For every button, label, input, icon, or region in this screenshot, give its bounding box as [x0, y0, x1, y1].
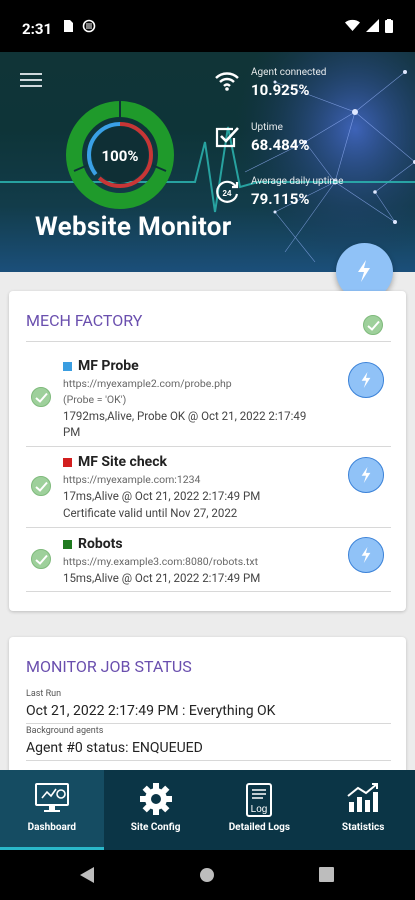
- check-icon: [367, 320, 380, 331]
- tab-label: Site Config: [130, 822, 181, 833]
- color-marker: [63, 361, 72, 371]
- tab-detailed-logs[interactable]: Log Detailed Logs: [208, 770, 312, 850]
- wifi-status-icon: [345, 19, 360, 31]
- item-status-ok-icon: [31, 387, 51, 407]
- item-url: https://my.example3.com:8080/robots.txt: [63, 555, 259, 568]
- divider: [26, 446, 391, 447]
- divider: [26, 760, 391, 761]
- chart-icon: [347, 783, 379, 812]
- stat-value: 79.115%: [251, 190, 310, 208]
- card-title: MECH FACTORY: [26, 311, 143, 330]
- item-status-ok-icon: [31, 476, 51, 496]
- item-name: MF Probe: [78, 358, 139, 374]
- item-title-row: MF Site check: [63, 454, 167, 470]
- status-time: 2:31: [22, 20, 53, 38]
- heartbeat-line-graphic: [0, 126, 415, 213]
- signal-icon: [366, 19, 379, 32]
- item-title-row: Robots: [63, 536, 123, 552]
- item-status: 17ms,Alive @ Oct 21, 2022 2:17:49 PM: [63, 489, 261, 503]
- svg-text:Log: Log: [251, 804, 268, 815]
- item-url: https://myexample2.com/probe.php: [63, 377, 232, 390]
- system-navigation-bar: [0, 850, 415, 900]
- home-icon[interactable]: [199, 867, 215, 883]
- last-run-value: Oct 21, 2022 2:17:49 PM : Everything OK: [26, 703, 276, 719]
- lightning-icon: [361, 467, 371, 483]
- group-status-ok-icon: [363, 315, 383, 335]
- sync-icon: [82, 19, 96, 33]
- run-check-button[interactable]: [348, 537, 384, 573]
- color-marker: [63, 457, 72, 467]
- tab-site-config[interactable]: Site Config: [104, 770, 208, 850]
- check-icon: [35, 481, 48, 492]
- agents-label: Background agents: [26, 726, 104, 736]
- recents-icon[interactable]: [319, 867, 334, 882]
- item-status: Certificate valid until Nov 27, 2022: [63, 506, 238, 520]
- item-status-ok-icon: [31, 549, 51, 569]
- menu-icon[interactable]: [20, 72, 42, 88]
- 24h-icon: 24: [216, 180, 239, 203]
- stat-value: 68.484%: [251, 136, 310, 154]
- item-extra: (Probe = 'OK'): [63, 393, 127, 406]
- system-icons: [345, 19, 393, 33]
- battery-icon: [385, 19, 393, 33]
- bottom-navigation: Dashboard Site Config Log Detailed Logs: [0, 770, 415, 850]
- last-run-label: Last Run: [26, 689, 62, 699]
- card-title: MONITOR JOB STATUS: [26, 657, 192, 676]
- back-icon[interactable]: [80, 867, 96, 883]
- item-name: MF Site check: [78, 454, 167, 470]
- gear-icon: [139, 783, 172, 815]
- tab-label: Statistics: [341, 822, 385, 833]
- wifi-icon: [215, 72, 239, 91]
- notification-icons: [62, 19, 96, 33]
- tab-statistics[interactable]: Statistics: [311, 770, 415, 850]
- mech-factory-card: MECH FACTORY MF Probe https://myexample2…: [9, 291, 406, 611]
- run-check-button[interactable]: [348, 362, 384, 398]
- status-bar: 2:31: [0, 0, 415, 52]
- lightning-icon: [361, 547, 371, 563]
- check-icon: [35, 392, 48, 403]
- lightning-icon: [361, 372, 371, 388]
- svg-text:24: 24: [223, 189, 232, 198]
- divider: [26, 341, 391, 342]
- item-status: 15ms,Alive @ Oct 21, 2022 2:17:49 PM: [63, 571, 261, 585]
- app-title: Website Monitor: [35, 212, 232, 242]
- dashboard-monitor-icon: [34, 783, 69, 812]
- check-icon: [35, 554, 48, 565]
- log-icon: Log: [246, 783, 273, 817]
- divider: [26, 723, 391, 724]
- divider: [26, 527, 391, 528]
- stat-label: Uptime: [251, 122, 283, 133]
- color-marker: [63, 539, 72, 549]
- item-status: PM: [63, 425, 81, 439]
- monitor-job-status-card: MONITOR JOB STATUS Last Run Oct 21, 2022…: [9, 637, 406, 777]
- stat-label: Average daily uptime: [251, 176, 344, 187]
- stat-label: Agent connected: [251, 67, 327, 78]
- divider: [26, 591, 391, 592]
- hero-banner: 100% Agent connected 10.925% Uptime 68.4…: [0, 52, 415, 272]
- lightning-icon: [358, 260, 370, 282]
- check-box-icon: [215, 127, 239, 148]
- item-name: Robots: [78, 536, 123, 552]
- stat-value: 10.925%: [251, 81, 310, 99]
- tab-dashboard[interactable]: Dashboard: [0, 770, 104, 850]
- agents-value: Agent #0 status: ENQUEUED: [26, 740, 203, 756]
- tab-label: Dashboard: [27, 822, 77, 833]
- run-check-button[interactable]: [348, 457, 384, 493]
- sim-icon: [64, 20, 73, 32]
- item-title-row: MF Probe: [63, 358, 139, 374]
- item-status: 1792ms,Alive, Probe OK @ Oct 21, 2022 2:…: [63, 409, 307, 423]
- item-url: https://myexample.com:1234: [63, 473, 201, 486]
- tab-label: Detailed Logs: [228, 822, 291, 833]
- donut-percent: 100%: [101, 147, 139, 165]
